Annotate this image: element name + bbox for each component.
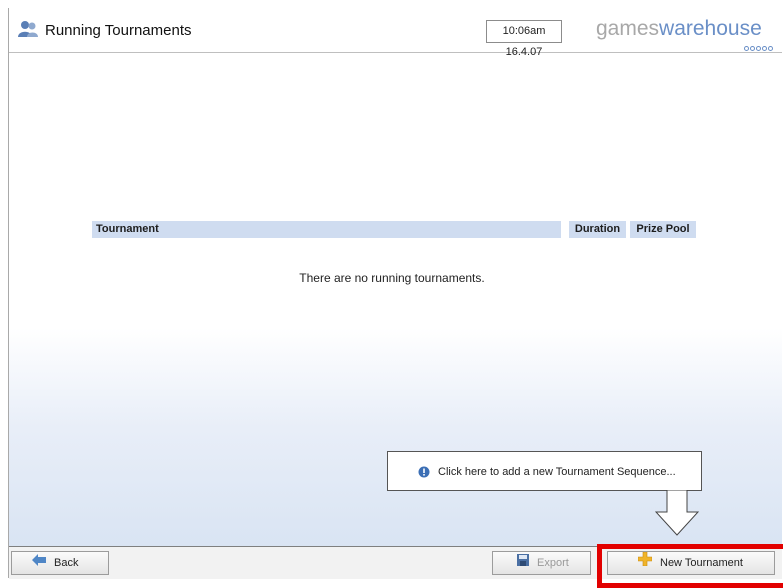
empty-table-message: There are no running tournaments. bbox=[299, 271, 485, 285]
back-arrow-icon bbox=[32, 552, 46, 574]
app-window: Running Tournaments 10:06am 16.4.07 game… bbox=[8, 8, 783, 588]
column-header-tournament[interactable]: Tournament bbox=[92, 221, 561, 238]
column-header-duration[interactable]: Duration bbox=[569, 221, 626, 238]
save-disk-icon bbox=[517, 552, 529, 574]
back-button[interactable]: Back bbox=[11, 551, 109, 575]
clock-display: 10:06am 16.4.07 bbox=[486, 20, 562, 58]
hint-tooltip: Click here to add a new Tournament Seque… bbox=[387, 451, 702, 491]
brand-warehouse: warehouse bbox=[659, 17, 762, 40]
column-header-prize-pool[interactable]: Prize Pool bbox=[630, 221, 696, 238]
export-button-label: Export bbox=[537, 557, 569, 569]
brand-games: games bbox=[596, 17, 660, 40]
tooltip-text: Click here to add a new Tournament Seque… bbox=[438, 466, 676, 478]
users-icon bbox=[17, 19, 39, 39]
export-button[interactable]: Export bbox=[492, 551, 591, 575]
highlight-box bbox=[597, 544, 783, 588]
brand-dots bbox=[744, 40, 774, 54]
info-bubble-icon bbox=[418, 466, 430, 481]
back-button-label: Back bbox=[54, 557, 79, 569]
page-title: Running Tournaments bbox=[45, 22, 192, 39]
brand-logo: gameswarehouse bbox=[596, 18, 762, 40]
header-bar: Running Tournaments 10:06am 16.4.07 game… bbox=[9, 8, 782, 58]
down-arrow-pointer bbox=[655, 490, 699, 536]
